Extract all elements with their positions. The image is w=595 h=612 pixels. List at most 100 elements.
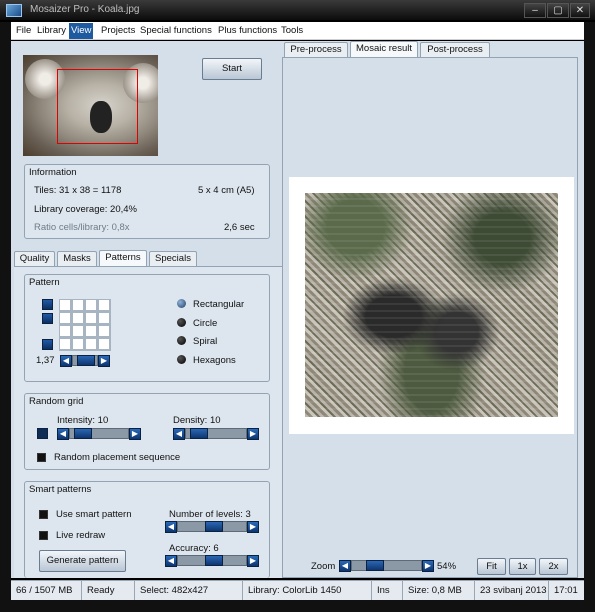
accuracy-slider-thumb[interactable] <box>205 555 223 566</box>
density-left-arrow-icon[interactable]: ◀ <box>173 428 185 440</box>
mosaic-image[interactable] <box>305 193 558 417</box>
intensity-left-arrow-icon[interactable]: ◀ <box>57 428 69 440</box>
window-title: Mosaizer Pro - Koala.jpg <box>30 4 140 15</box>
tab-masks[interactable]: Masks <box>57 251 97 266</box>
source-image-thumbnail[interactable] <box>23 55 158 156</box>
radio-hexagons[interactable] <box>177 355 186 364</box>
pattern-grid-preview <box>59 299 111 351</box>
pattern-label: Pattern <box>29 277 60 288</box>
zoom-value: 54% <box>437 561 457 572</box>
use-smart-pattern-checkbox[interactable] <box>39 510 48 519</box>
library-coverage-text: Library coverage: 20,4% <box>34 204 137 215</box>
status-library: Library: ColorLib 1450 <box>243 581 372 601</box>
tab-patterns[interactable]: Patterns <box>99 250 147 266</box>
information-label: Information <box>29 167 77 178</box>
random-grid-label: Random grid <box>29 396 84 407</box>
smart-patterns-label: Smart patterns <box>29 484 92 495</box>
option-circle-label: Circle <box>193 318 218 329</box>
title-bar: Mosaizer Pro - Koala.jpg – ▢ ✕ <box>0 0 595 21</box>
zoom-1x-button[interactable]: 1x <box>509 558 536 575</box>
zoom-right-arrow-icon[interactable]: ▶ <box>422 560 434 572</box>
status-memory: 66 / 1507 MB <box>11 581 82 601</box>
accuracy-slider[interactable] <box>177 555 247 566</box>
status-time: 17:01 <box>554 585 578 596</box>
accuracy-label: Accuracy: 6 <box>169 543 219 554</box>
menu-special-functions[interactable]: Special functions <box>140 25 212 36</box>
pattern-left-arrow-icon[interactable]: ◀ <box>60 355 72 367</box>
intensity-right-arrow-icon[interactable]: ▶ <box>129 428 141 440</box>
pattern-down-icon[interactable] <box>42 339 53 350</box>
density-slider-thumb[interactable] <box>190 428 208 439</box>
menu-library[interactable]: Library <box>37 25 66 36</box>
status-ins: Ins <box>372 581 403 601</box>
maximize-icon[interactable]: ▢ <box>547 3 569 18</box>
pattern-list-icon[interactable] <box>42 313 53 324</box>
zoom-left-arrow-icon[interactable]: ◀ <box>339 560 351 572</box>
intensity-slider-thumb[interactable] <box>74 428 92 439</box>
density-right-arrow-icon[interactable]: ▶ <box>247 428 259 440</box>
pattern-up-icon[interactable] <box>42 299 53 310</box>
ratio-text: Ratio cells/library: 0,8x <box>34 222 130 233</box>
random-placement-label: Random placement sequence <box>54 452 181 463</box>
tab-pre-process[interactable]: Pre-process <box>284 42 348 57</box>
density-label: Density: 10 <box>173 415 221 426</box>
render-time-text: 2,6 sec <box>224 222 255 233</box>
print-size-text: 5 x 4 cm (A5) <box>198 185 255 196</box>
pattern-value: 1,37 <box>36 355 55 366</box>
zoom-slider-thumb[interactable] <box>366 560 384 571</box>
option-spiral-label: Spiral <box>193 336 218 347</box>
accuracy-left-arrow-icon[interactable]: ◀ <box>165 555 177 567</box>
tab-post-process[interactable]: Post-process <box>420 42 490 57</box>
tab-specials[interactable]: Specials <box>149 251 197 266</box>
menu-file[interactable]: File <box>16 25 31 36</box>
zoom-label: Zoom <box>311 561 336 572</box>
tiles-text: Tiles: 31 x 38 = 1178 <box>34 185 122 196</box>
levels-left-arrow-icon[interactable]: ◀ <box>165 521 177 533</box>
menu-view[interactable]: View <box>69 23 94 39</box>
levels-slider-thumb[interactable] <box>205 521 223 532</box>
levels-slider[interactable] <box>177 521 247 532</box>
density-slider[interactable] <box>185 428 247 439</box>
close-icon[interactable]: ✕ <box>570 3 590 18</box>
status-bar: 66 / 1507 MB Ready Select: 482x427 Libra… <box>11 580 584 601</box>
zoom-2x-button[interactable]: 2x <box>539 558 568 575</box>
status-state: Ready <box>82 581 135 601</box>
pattern-slider[interactable] <box>72 355 98 366</box>
menu-projects[interactable]: Projects <box>101 25 135 36</box>
minimize-icon[interactable]: – <box>524 3 546 18</box>
radio-spiral[interactable] <box>177 336 186 345</box>
generate-pattern-button[interactable]: Generate pattern <box>39 550 126 572</box>
app-icon <box>6 4 22 17</box>
tab-mosaic-result[interactable]: Mosaic result <box>350 41 418 57</box>
random-placement-checkbox[interactable] <box>37 453 46 462</box>
fit-button[interactable]: Fit <box>477 558 506 575</box>
radio-circle[interactable] <box>177 318 186 327</box>
status-size: Size: 0,8 MB <box>403 581 475 601</box>
menu-tools[interactable]: Tools <box>281 25 303 36</box>
menu-bar: File Library View Projects Special funct… <box>11 22 584 40</box>
accuracy-right-arrow-icon[interactable]: ▶ <box>247 555 259 567</box>
menu-plus-functions[interactable]: Plus functions <box>218 25 277 36</box>
intensity-slider[interactable] <box>69 428 129 439</box>
levels-right-arrow-icon[interactable]: ▶ <box>247 521 259 533</box>
window-frame-bottom <box>0 600 595 612</box>
live-redraw-checkbox[interactable] <box>39 531 48 540</box>
live-redraw-label: Live redraw <box>56 530 106 541</box>
status-date: 23 svibanj 2013 <box>475 581 549 601</box>
levels-label: Number of levels: 3 <box>169 509 251 520</box>
radio-rectangular[interactable] <box>177 299 186 308</box>
zoom-slider[interactable] <box>351 560 422 571</box>
option-hexagons-label: Hexagons <box>193 355 236 366</box>
start-button[interactable]: Start <box>202 58 262 80</box>
pattern-slider-thumb[interactable] <box>77 355 95 366</box>
edit-pencil-icon[interactable] <box>37 428 48 439</box>
use-smart-pattern-label: Use smart pattern <box>56 509 132 520</box>
status-select: Select: 482x427 <box>135 581 243 601</box>
pattern-right-arrow-icon[interactable]: ▶ <box>98 355 110 367</box>
window-frame-right <box>584 22 595 612</box>
option-rectangular-label: Rectangular <box>193 299 245 310</box>
window-frame-left <box>0 22 11 612</box>
tab-quality[interactable]: Quality <box>14 251 55 266</box>
crop-selection-rectangle[interactable] <box>57 69 138 144</box>
intensity-label: Intensity: 10 <box>57 415 109 426</box>
